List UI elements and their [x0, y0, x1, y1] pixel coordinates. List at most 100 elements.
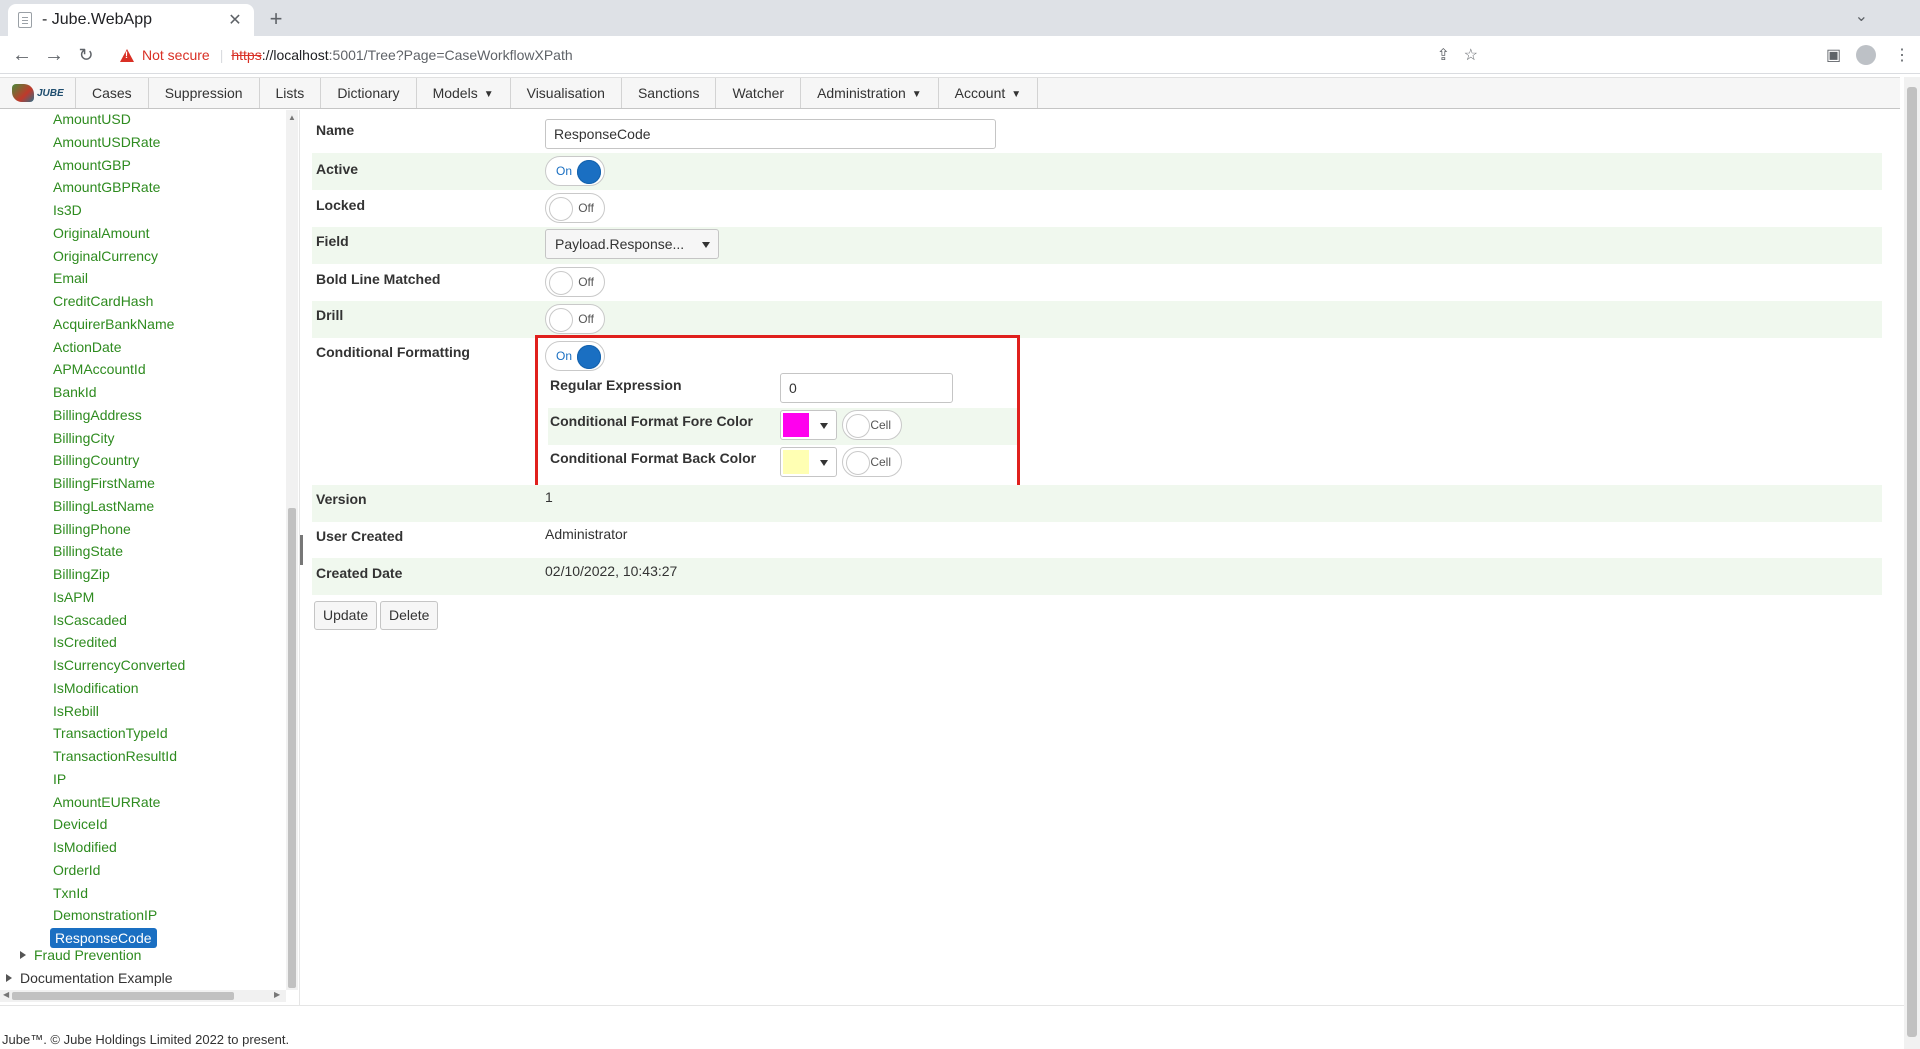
close-tab-icon[interactable]: ✕: [226, 10, 244, 30]
tree-item-iscascaded[interactable]: IsCascaded: [53, 611, 127, 629]
menu-account[interactable]: Account ▼: [939, 78, 1039, 108]
menu-watcher[interactable]: Watcher: [716, 78, 802, 108]
toggle-knob: [549, 197, 573, 221]
tree-root-documentation-example[interactable]: Documentation Example: [6, 969, 173, 987]
bookmark-star-icon[interactable]: ☆: [1464, 45, 1478, 65]
menu-cases[interactable]: Cases: [76, 78, 149, 108]
version-label: Version: [316, 491, 367, 507]
tree-item-ip[interactable]: IP: [53, 770, 66, 788]
page-scroll-thumb[interactable]: [1907, 87, 1917, 1037]
tree-horizontal-scrollbar[interactable]: ◀ ▶: [0, 990, 286, 1002]
expand-triangle-icon[interactable]: [6, 974, 12, 982]
tree-item-billingzip[interactable]: BillingZip: [53, 565, 110, 583]
tree-item-billinglastname[interactable]: BillingLastName: [53, 497, 154, 515]
user-created-value: Administrator: [545, 526, 628, 542]
tree-item-apmaccountid[interactable]: APMAccountId: [53, 360, 146, 378]
tree-item-bankid[interactable]: BankId: [53, 383, 97, 401]
menu-visualisation[interactable]: Visualisation: [511, 78, 622, 108]
tree-panel: AmountUSD AmountUSDRate AmountGBP AmountGBP…: [0, 110, 300, 1005]
field-label: Field: [316, 233, 349, 249]
name-input[interactable]: ResponseCode: [545, 119, 996, 149]
menu-label: Administration: [817, 85, 906, 101]
menu-label: Account: [954, 85, 1006, 101]
drill-toggle[interactable]: Off: [545, 304, 605, 334]
delete-button[interactable]: Delete: [380, 601, 439, 630]
tree-item-originalamount[interactable]: OriginalAmount: [53, 224, 150, 242]
menu-models[interactable]: Models ▼: [417, 78, 511, 108]
tab-search-icon[interactable]: ⌄: [1855, 6, 1868, 26]
bold-line-matched-toggle[interactable]: Off: [545, 267, 605, 297]
tree-horizontal-scroll-thumb[interactable]: [12, 992, 234, 1000]
footer-divider: [0, 1005, 1904, 1006]
menu-administration[interactable]: Administration ▼: [801, 78, 939, 108]
scroll-left-icon[interactable]: ◀: [3, 990, 9, 999]
share-icon[interactable]: ⇪: [1437, 45, 1450, 65]
forward-icon[interactable]: →: [40, 42, 68, 68]
tree-item-acquirerbankname[interactable]: AcquirerBankName: [53, 315, 174, 333]
tree-vertical-scroll-thumb[interactable]: [288, 508, 296, 988]
panel-splitter-handle[interactable]: [300, 535, 303, 565]
tree-item-amountgbprate[interactable]: AmountGBPRate: [53, 178, 160, 196]
menu-lists[interactable]: Lists: [260, 78, 322, 108]
tree-item-deviceid[interactable]: DeviceId: [53, 815, 107, 833]
tree-item-transactionresultid[interactable]: TransactionResultId: [53, 747, 177, 765]
locked-toggle[interactable]: Off: [545, 193, 605, 223]
toggle-state-text: Off: [578, 201, 594, 215]
tree-item-billingstate[interactable]: BillingState: [53, 542, 123, 560]
jube-logo-icon: [12, 84, 34, 102]
profile-avatar-icon[interactable]: [1856, 45, 1876, 65]
name-label: Name: [316, 122, 355, 138]
tree-item-email[interactable]: Email: [53, 269, 88, 287]
tree-item-transactiontypeid[interactable]: TransactionTypeId: [53, 724, 168, 742]
tree-vertical-scrollbar[interactable]: ▲: [286, 110, 298, 990]
tree-item-billingcity[interactable]: BillingCity: [53, 429, 114, 447]
tree-item-responsecode[interactable]: ResponseCode: [50, 928, 157, 948]
side-panel-icon[interactable]: ▣: [1826, 45, 1841, 65]
update-button[interactable]: Update: [314, 601, 378, 630]
address-bar[interactable]: Not secure | https://localhost:5001/Tree…: [108, 40, 1768, 70]
tree-root-fraud-prevention[interactable]: Fraud Prevention: [20, 946, 141, 964]
tree-item-billingcountry[interactable]: BillingCountry: [53, 451, 139, 469]
tree-item-ismodification[interactable]: IsModification: [53, 679, 139, 697]
browser-tab[interactable]: - Jube.WebApp ✕: [8, 4, 254, 36]
reload-icon[interactable]: ↻: [72, 42, 100, 68]
tree-item-originalcurrency[interactable]: OriginalCurrency: [53, 247, 158, 265]
active-toggle[interactable]: On: [545, 156, 605, 186]
browser-menu-icon[interactable]: ⋮: [1894, 45, 1910, 65]
tree-item-creditcardhash[interactable]: CreditCardHash: [53, 292, 153, 310]
scroll-up-icon[interactable]: ▲: [288, 113, 296, 122]
tree-item-amountusd[interactable]: AmountUSD: [53, 110, 131, 128]
tree-item-amountusdrate[interactable]: AmountUSDRate: [53, 133, 160, 151]
tree-item-amountgbp[interactable]: AmountGBP: [53, 156, 131, 174]
tree-item-orderid[interactable]: OrderId: [53, 861, 100, 879]
tree-item-iscurrencyconverted[interactable]: IsCurrencyConverted: [53, 656, 185, 674]
expand-triangle-icon[interactable]: [20, 951, 26, 959]
locked-label: Locked: [316, 197, 366, 213]
field-dropdown[interactable]: Payload.Response...: [545, 229, 719, 259]
back-icon[interactable]: ←: [8, 42, 36, 68]
tree-item-iscredited[interactable]: IsCredited: [53, 633, 117, 651]
menu-label: Sanctions: [637, 85, 700, 101]
tree-item-billingphone[interactable]: BillingPhone: [53, 520, 131, 538]
page-vertical-scrollbar[interactable]: [1904, 77, 1920, 1049]
menu-suppression[interactable]: Suppression: [149, 78, 260, 108]
active-label: Active: [316, 161, 359, 177]
menu-dictionary[interactable]: Dictionary: [321, 78, 417, 108]
tree-item-txnid[interactable]: TxnId: [53, 884, 88, 902]
new-tab-icon[interactable]: +: [262, 5, 290, 33]
tree-item-ismodified[interactable]: IsModified: [53, 838, 117, 856]
bold-line-matched-label: Bold Line Matched: [316, 271, 441, 287]
tree-item-isrebill[interactable]: IsRebill: [53, 702, 99, 720]
user-created-label: User Created: [316, 528, 404, 544]
tree-item-isapm[interactable]: IsAPM: [53, 588, 94, 606]
tree-item-actiondate[interactable]: ActionDate: [53, 338, 121, 356]
tree-item-billingfirstname[interactable]: BillingFirstName: [53, 474, 155, 492]
jube-logo[interactable]: JUBE: [0, 78, 76, 108]
tree-item-demonstrationip[interactable]: DemonstrationIP: [53, 906, 157, 924]
tree-item-billingaddress[interactable]: BillingAddress: [53, 406, 142, 424]
menu-sanctions[interactable]: Sanctions: [622, 78, 717, 108]
scroll-right-icon[interactable]: ▶: [274, 990, 280, 999]
tree-item-is3d[interactable]: Is3D: [53, 201, 82, 219]
toggle-state-text: Off: [578, 312, 594, 326]
tree-item-amounteurrate[interactable]: AmountEURRate: [53, 793, 160, 811]
